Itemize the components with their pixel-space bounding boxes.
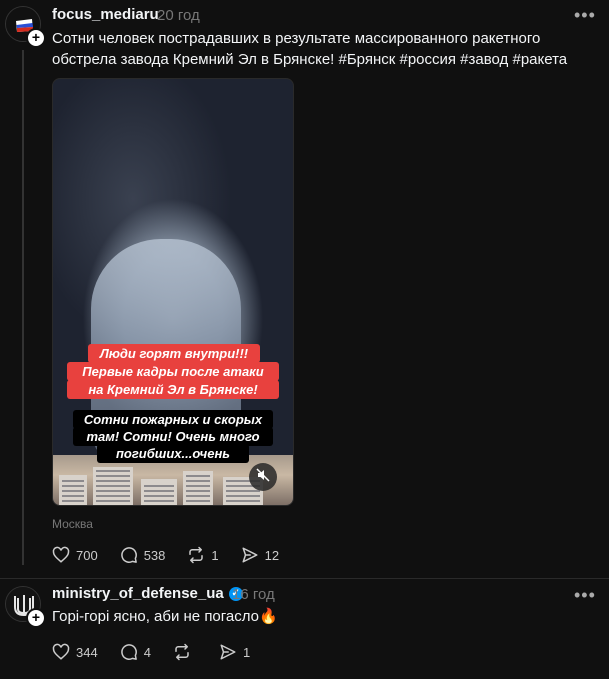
- mute-icon[interactable]: [249, 463, 277, 491]
- mute-icon-glyph: [256, 468, 270, 482]
- username[interactable]: ministry_of_defense_ua ✓: [52, 585, 243, 602]
- post-time[interactable]: 16 год: [232, 586, 275, 603]
- building: [59, 475, 87, 505]
- comment-count: 4: [143, 644, 151, 660]
- username-text: ministry_of_defense_ua: [52, 585, 224, 602]
- video-caption: на Кремний Эл в Брянске!: [67, 380, 279, 399]
- send-icon: [220, 644, 236, 660]
- video-media[interactable]: Люди горят внутри!!! Первые кадры после …: [52, 78, 294, 506]
- post-text: Горі-горі ясно, аби не погасло🔥: [52, 608, 278, 625]
- comment-button[interactable]: 4: [120, 643, 151, 661]
- divider: [0, 578, 609, 579]
- building: [183, 471, 213, 505]
- follow-plus-icon[interactable]: +: [26, 608, 46, 628]
- video-caption: Первые кадры после атаки: [67, 362, 279, 381]
- share-count: 12: [264, 547, 280, 563]
- more-icon[interactable]: •••: [574, 6, 596, 24]
- send-icon: [242, 547, 258, 563]
- repost-icon: [175, 643, 189, 661]
- like-count: 700: [76, 547, 98, 563]
- building: [93, 467, 133, 505]
- repost-count: 1: [211, 547, 219, 563]
- video-caption: Люди горят внутри!!!: [88, 344, 260, 363]
- comment-count: 538: [143, 547, 166, 563]
- share-count: 1: [242, 644, 251, 660]
- like-button[interactable]: 700: [52, 546, 98, 564]
- like-button[interactable]: 344: [52, 643, 98, 661]
- follow-plus-icon[interactable]: +: [26, 28, 46, 48]
- post-actions: 344 4 1: [52, 643, 272, 661]
- comment-icon: [120, 547, 137, 563]
- share-button[interactable]: 1: [219, 643, 250, 661]
- post-text-line: обстрела завода Кремний Эл в Брянске! #Б…: [52, 51, 568, 68]
- repost-button[interactable]: [173, 643, 197, 661]
- comment-button[interactable]: 538: [120, 546, 166, 564]
- repost-button[interactable]: 1: [187, 546, 219, 564]
- heart-icon: [52, 546, 70, 563]
- video-caption: погибших...очень: [97, 444, 249, 463]
- thread-line: [22, 50, 24, 565]
- like-count: 344: [76, 644, 98, 660]
- building: [141, 479, 177, 505]
- post-text: Сотни человек пострадавших в результате …: [52, 28, 602, 70]
- post-actions: 700 538 1 12: [52, 546, 301, 564]
- post-text-line: Сотни человек пострадавших в результате …: [52, 30, 541, 47]
- username[interactable]: focus_mediaru: [52, 6, 159, 23]
- share-button[interactable]: 12: [241, 546, 279, 564]
- heart-icon: [52, 643, 70, 660]
- location-label[interactable]: Москва: [52, 517, 93, 531]
- comment-icon: [120, 644, 137, 660]
- repost-icon: [189, 546, 204, 564]
- more-icon[interactable]: •••: [574, 586, 596, 604]
- post-time[interactable]: 20 год: [157, 7, 200, 24]
